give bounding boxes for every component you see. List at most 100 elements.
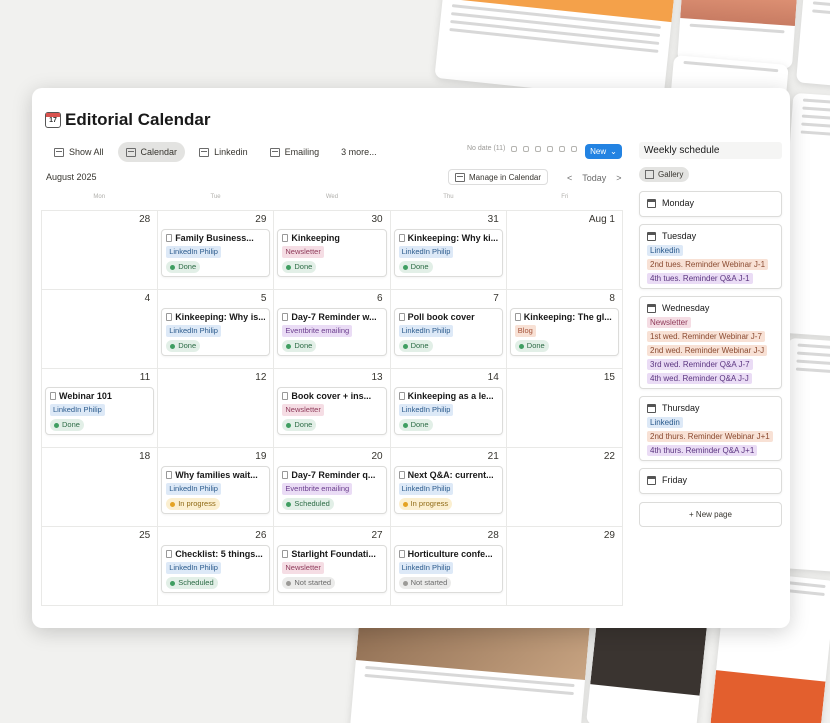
expand-icon[interactable] — [559, 145, 566, 152]
manage-in-calendar-button[interactable]: Manage in Calendar — [448, 169, 549, 185]
event-tag-row: LinkedIn Philip — [166, 559, 265, 574]
calendar-event-card[interactable]: Kinkeeping as a le... LinkedIn Philip Done — [393, 387, 503, 435]
status-dot-icon — [170, 501, 176, 507]
calendar-event-card[interactable]: Kinkeeping: Why is... LinkedIn Philip Done — [161, 308, 271, 356]
status-label: Done — [62, 420, 80, 429]
calendar-day-cell[interactable]: 29 — [506, 527, 623, 606]
calendar-day-cell[interactable]: 18 — [42, 448, 159, 527]
event-status-row: Done — [282, 337, 381, 352]
calendar-day-cell[interactable]: 26 Checklist: 5 things... LinkedIn Philip S… — [158, 527, 275, 606]
calendar-day-cell[interactable]: 19 Why families wait... LinkedIn Philip In … — [158, 448, 275, 527]
status-dot-icon — [402, 264, 408, 270]
month-navigation: < Today > — [567, 173, 622, 183]
new-page-button[interactable]: + New page — [639, 502, 782, 527]
channel-tag: LinkedIn Philip — [398, 562, 454, 574]
new-button[interactable]: New ⌄ — [585, 144, 622, 159]
calendar-day-cell[interactable]: 22 — [506, 448, 623, 527]
weekly-schedule-card-tuesday[interactable]: Tuesday Linkedin 2nd tues. Reminder Webina… — [639, 224, 782, 289]
prev-month-button[interactable]: < — [567, 173, 572, 183]
calendar-day-cell[interactable]: 4 — [42, 290, 159, 369]
calendar-day-cell[interactable]: 30 Kinkeeping Newsletter Done — [274, 211, 391, 290]
today-button[interactable]: Today — [582, 173, 606, 183]
weekly-schedule-card-thursday[interactable]: Thursday Linkedin 2nd thurs. Reminder Webi… — [639, 396, 782, 461]
status-label: Done — [294, 420, 313, 429]
calendar-day-cell[interactable]: 8 Kinkeeping: The gl... Blog Done — [506, 290, 623, 369]
calendar-day-cell[interactable]: 25 — [42, 527, 159, 606]
gallery-view-tab[interactable]: Gallery — [639, 167, 690, 182]
day-number: 31 — [487, 214, 499, 225]
day-number: 29 — [603, 530, 615, 541]
calendar-day-cell[interactable]: 15 — [506, 369, 623, 448]
calendar-day-cell[interactable]: 31 Kinkeeping: Why ki... LinkedIn Philip Do… — [390, 211, 507, 290]
weekly-schedule-card-wednesday[interactable]: Wednesday Newsletter 1st wed. Reminder Web… — [639, 296, 782, 389]
page-icon — [166, 471, 173, 479]
no-date-button[interactable]: No date (11) — [467, 145, 505, 152]
tab-more[interactable]: 3 more... — [333, 142, 385, 162]
calendar-day-cell[interactable]: 11 Webinar 101 LinkedIn Philip Done — [42, 369, 159, 448]
filter-icon[interactable] — [511, 145, 518, 152]
calendar-event-card[interactable]: Day-7 Reminder q... Eventbrite emailing Sc… — [277, 466, 387, 514]
next-month-button[interactable]: > — [616, 173, 621, 183]
calendar-event-card[interactable]: Kinkeeping Newsletter Done — [277, 229, 387, 277]
status-label: Not started — [410, 578, 448, 587]
calendar-day-cell[interactable]: 29 Family Business... LinkedIn Philip Done — [158, 211, 275, 290]
automation-icon[interactable] — [535, 145, 542, 152]
calendar-day-cell[interactable]: 6 Day-7 Reminder w... Eventbrite emailing D… — [274, 290, 391, 369]
calendar-event-card[interactable]: Kinkeeping: Why ki... LinkedIn Philip Done — [393, 229, 503, 277]
tab-linkedin[interactable]: Linkedin — [191, 142, 256, 162]
status-badge: Done — [282, 340, 317, 352]
editorial-calendar-window: 17 Editorial Calendar Show All Calendar … — [32, 88, 790, 628]
calendar-event-card[interactable]: Poll book cover LinkedIn Philip Done — [393, 308, 503, 356]
tab-emailing[interactable]: Emailing — [262, 142, 328, 162]
status-dot-icon — [286, 264, 292, 270]
page-icon — [282, 313, 289, 321]
channel-tag: LinkedIn Philip — [50, 404, 105, 416]
weekly-schedule-card-friday[interactable]: Friday — [639, 468, 782, 494]
calendar-day-cell[interactable]: 5 Kinkeeping: Why is... LinkedIn Philip Don… — [158, 290, 275, 369]
calendar-day-cell[interactable]: 28 Horticulture confe... LinkedIn Philip No… — [390, 527, 507, 606]
sort-icon[interactable] — [523, 145, 530, 152]
schedule-tag: 2nd tues. Reminder Webinar J-1 — [647, 259, 769, 270]
calendar-event-card[interactable]: Horticulture confe... LinkedIn Philip Not … — [393, 545, 503, 593]
event-status-row: Not started — [282, 574, 381, 589]
calendar-event-card[interactable]: Why families wait... LinkedIn Philip In pr… — [161, 466, 271, 514]
calendar-day-cell[interactable]: 28 — [42, 211, 159, 290]
calendar-day-cell[interactable]: 27 Starlight Foundati... Newsletter Not sta… — [274, 527, 391, 606]
calendar-day-cell[interactable]: Aug 1 — [506, 211, 623, 290]
channel-tag: LinkedIn Philip — [398, 246, 454, 258]
calendar-event-card[interactable]: Kinkeeping: The gl... Blog Done — [509, 308, 619, 356]
calendar-event-card[interactable]: Checklist: 5 things... LinkedIn Philip Sch… — [161, 545, 271, 593]
day-number: 11 — [139, 372, 151, 383]
status-badge: Done — [166, 340, 201, 352]
calendar-day-cell[interactable]: 14 Kinkeeping as a le... LinkedIn Philip Do… — [390, 369, 507, 448]
calendar-event-card[interactable]: Book cover + ins... Newsletter Done — [277, 387, 387, 435]
weekly-schedule-card-monday[interactable]: Monday — [639, 191, 782, 217]
event-tag-row: LinkedIn Philip — [398, 559, 498, 574]
calendar-event-card[interactable]: Webinar 101 LinkedIn Philip Done — [45, 387, 155, 435]
weekly-schedule-title[interactable]: Weekly schedule — [639, 142, 782, 159]
tab-calendar[interactable]: Calendar — [117, 142, 186, 162]
day-number: Aug 1 — [588, 214, 615, 225]
calendar-event-card[interactable]: Day-7 Reminder w... Eventbrite emailing Do… — [277, 308, 387, 356]
schedule-tag: 4th wed. Reminder Q&A J-J — [647, 373, 752, 384]
event-status-row: Done — [398, 258, 498, 273]
calendar-day-cell[interactable]: 20 Day-7 Reminder q... Eventbrite emailing… — [274, 448, 391, 527]
status-badge: In progress — [166, 498, 220, 510]
month-label: August 2025 — [46, 172, 97, 182]
calendar-event-card[interactable]: Family Business... LinkedIn Philip Done — [161, 229, 271, 277]
search-icon[interactable] — [547, 145, 554, 152]
day-number: 25 — [139, 530, 151, 541]
settings-icon[interactable] — [571, 145, 578, 152]
calendar-event-card[interactable]: Next Q&A: current... LinkedIn Philip In pr… — [393, 466, 503, 514]
status-label: Not started — [294, 578, 332, 587]
tab-show-all[interactable]: Show All — [46, 142, 112, 162]
calendar-day-cell[interactable]: 13 Book cover + ins... Newsletter Done — [274, 369, 391, 448]
event-tag-row: Newsletter — [282, 559, 381, 574]
calendar-event-card[interactable]: Starlight Foundati... Newsletter Not start… — [277, 545, 387, 593]
view-tabs: Show All Calendar Linkedin Emailing 3 mo… — [46, 142, 385, 162]
page-icon — [514, 313, 521, 321]
calendar-day-cell[interactable]: 12 — [158, 369, 275, 448]
calendar-day-cell[interactable]: 21 Next Q&A: current... LinkedIn Philip In … — [390, 448, 507, 527]
calendar-day-cell[interactable]: 7 Poll book cover LinkedIn Philip Done — [390, 290, 507, 369]
schedule-day-header: Friday — [647, 475, 774, 485]
